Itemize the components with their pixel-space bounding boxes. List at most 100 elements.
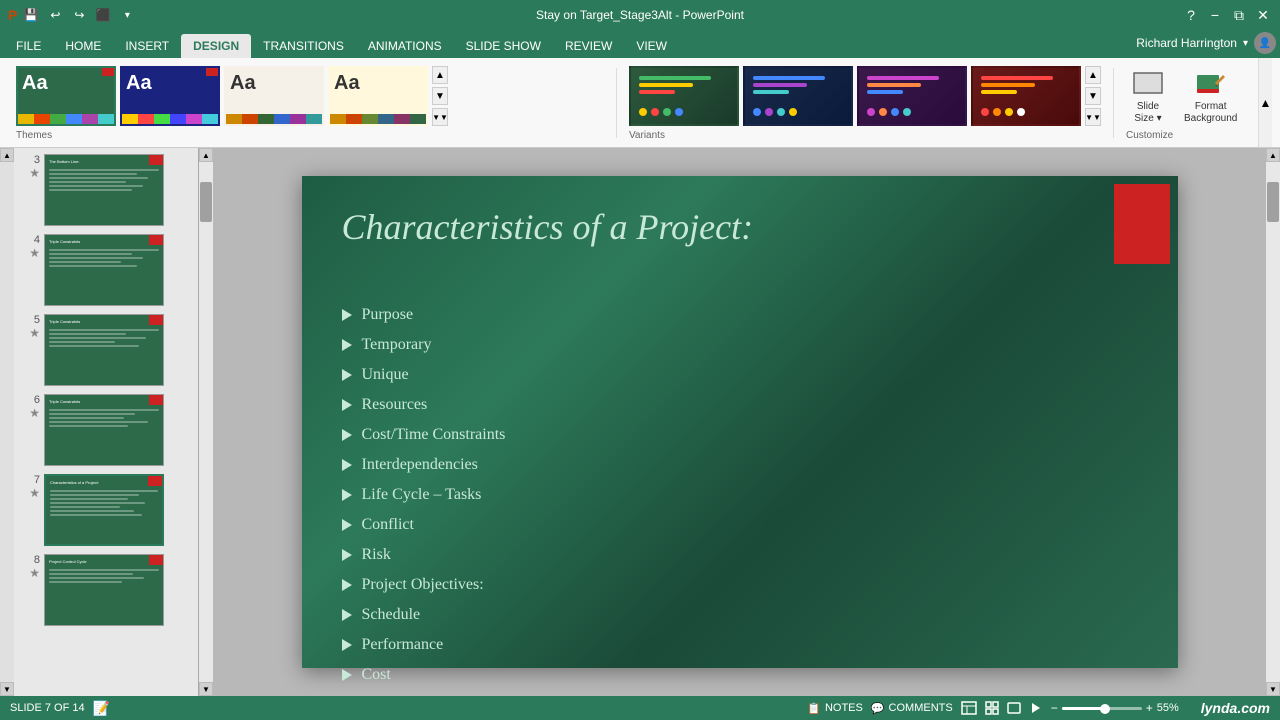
theme-item-4[interactable]: Aa (328, 66, 428, 126)
close-button[interactable]: ✕ (1254, 6, 1272, 24)
bullet-arrow-5 (342, 429, 352, 441)
tab-review[interactable]: REVIEW (553, 34, 624, 58)
comments-icon: 💬 (871, 702, 885, 715)
thumb-img-7: Characteristics of a Project: (44, 474, 164, 546)
collapse-ribbon-button[interactable]: ▲ (1258, 58, 1272, 147)
more-button[interactable]: ▾ (117, 5, 137, 25)
slide-thumb-7[interactable]: 7 ★ Characteristics of a Project: (18, 472, 194, 548)
right-scroll-down[interactable]: ▼ (1266, 682, 1280, 696)
user-chevron[interactable]: ▾ (1243, 38, 1248, 49)
user-avatar: 👤 (1254, 32, 1276, 54)
bullet-item-interdependencies: Interdependencies (342, 456, 506, 474)
variants-grid: ▲ ▼ ▼▼ (629, 62, 1101, 130)
zoom-control[interactable]: − + 55% (1051, 701, 1185, 715)
normal-view-button[interactable] (961, 701, 977, 715)
bullet-arrow-1 (342, 309, 352, 321)
help-button[interactable]: ? (1182, 6, 1200, 24)
bullet-text-temporary: Temporary (362, 336, 432, 354)
content-scroll-down[interactable]: ▼ (199, 682, 213, 696)
zoom-slider-track[interactable] (1062, 707, 1142, 710)
normal-view-icon (961, 701, 977, 715)
bullet-arrow-12 (342, 639, 352, 651)
variants-scroll-more[interactable]: ▼▼ (1085, 108, 1101, 126)
variant-item-2[interactable] (743, 66, 853, 126)
bullet-item-lifecycle: Life Cycle – Tasks (342, 486, 506, 504)
format-background-button[interactable]: FormatBackground (1178, 63, 1243, 129)
bullet-arrow-13 (342, 669, 352, 681)
zoom-level[interactable]: 55% (1157, 702, 1185, 714)
tab-home[interactable]: HOME (53, 34, 113, 58)
variant-item-4[interactable] (971, 66, 1081, 126)
zoom-in-button[interactable]: + (1146, 701, 1153, 715)
right-scroll-thumb[interactable] (1267, 182, 1279, 222)
grid-view-button[interactable] (985, 701, 999, 715)
present-button[interactable]: ⬛ (93, 5, 113, 25)
tab-insert[interactable]: INSERT (113, 34, 181, 58)
theme-item-3[interactable]: Aa (224, 66, 324, 126)
maximize-button[interactable]: ⧉ (1230, 6, 1248, 24)
window-controls: ? − ⧉ ✕ (1182, 6, 1272, 24)
zoom-out-button[interactable]: − (1051, 701, 1058, 715)
panel-scroll-down[interactable]: ▼ (0, 682, 14, 696)
notes-icon: 📋 (807, 702, 821, 715)
right-scroll-up[interactable]: ▲ (1266, 148, 1280, 162)
bullet-item-unique: Unique (342, 366, 506, 384)
content-scroll-thumb[interactable] (200, 182, 212, 222)
slide-title[interactable]: Characteristics of a Project: (342, 206, 754, 248)
slide-size-button[interactable]: SlideSize ▾ (1126, 63, 1170, 129)
content-scrollbar-left: ▲ ▼ (199, 148, 213, 696)
minimize-button[interactable]: − (1206, 6, 1224, 24)
slideshow-button[interactable] (1029, 701, 1043, 715)
tab-transitions[interactable]: TRANSITIONS (251, 34, 356, 58)
slide-num-5: 5 (26, 314, 40, 326)
content-scroll-up[interactable]: ▲ (199, 148, 213, 162)
bullet-item-purpose: Purpose (342, 306, 506, 324)
slide-num-4: 4 (26, 234, 40, 246)
bullet-arrow-8 (342, 519, 352, 531)
tab-design[interactable]: DESIGN (181, 34, 251, 58)
tab-view[interactable]: VIEW (624, 34, 679, 58)
variants-label: Variants (629, 130, 1101, 143)
bullet-item-risk: Risk (342, 546, 506, 564)
bullet-item-performance: Performance (342, 636, 506, 654)
slide-size-label: SlideSize ▾ (1134, 101, 1161, 125)
variant-item-1[interactable] (629, 66, 739, 126)
bullet-item-resources: Resources (342, 396, 506, 414)
undo-button[interactable]: ↩ (45, 5, 65, 25)
tab-slideshow[interactable]: SLIDE SHOW (454, 34, 553, 58)
comments-button[interactable]: 💬 COMMENTS (871, 702, 953, 715)
themes-scroll-up[interactable]: ▲ (432, 66, 448, 84)
panel-scroll-up[interactable]: ▲ (0, 148, 14, 162)
slide-thumb-6[interactable]: 6 ★ Triple Constraints (18, 392, 194, 468)
bullet-text-conflict: Conflict (362, 516, 414, 534)
user-name: Richard Harrington (1136, 36, 1237, 50)
notes-button[interactable]: 📋 NOTES (807, 702, 863, 715)
variant-item-3[interactable] (857, 66, 967, 126)
slide-thumb-4[interactable]: 4 ★ Triple Constraints (18, 232, 194, 308)
theme-item-1[interactable]: Aa (16, 66, 116, 126)
reading-view-button[interactable] (1007, 701, 1021, 715)
slide-thumb-8[interactable]: 8 ★ Project Control Cycle (18, 552, 194, 628)
slide-thumb-5[interactable]: 5 ★ Triple Constraints (18, 312, 194, 388)
themes-scroll-more[interactable]: ▼▼ (432, 108, 448, 126)
tab-animations[interactable]: ANIMATIONS (356, 34, 454, 58)
slide-size-icon (1132, 67, 1164, 99)
themes-scroll[interactable]: ▲ ▼ ▼▼ (432, 66, 448, 126)
redo-button[interactable]: ↪ (69, 5, 89, 25)
customize-label: Customize (1126, 130, 1250, 143)
zoom-slider-thumb[interactable] (1100, 704, 1110, 714)
slide-canvas[interactable]: Characteristics of a Project: Purpose Te… (302, 176, 1178, 668)
notes-label: NOTES (825, 702, 863, 714)
title-bar-left: P 💾 ↩ ↪ ⬛ ▾ (8, 5, 137, 25)
theme-item-2[interactable]: Aa (120, 66, 220, 126)
save-button[interactable]: 💾 (21, 5, 41, 25)
slide-thumb-3[interactable]: 3 ★ The Bottom Line: (18, 152, 194, 228)
reading-view-icon (1007, 701, 1021, 715)
tab-file[interactable]: FILE (4, 34, 53, 58)
variants-scroll-up[interactable]: ▲ (1085, 66, 1101, 84)
quick-access-toolbar: 💾 ↩ ↪ ⬛ ▾ (21, 5, 137, 25)
variants-scroll[interactable]: ▲ ▼ ▼▼ (1085, 66, 1101, 126)
themes-scroll-down[interactable]: ▼ (432, 87, 448, 105)
user-area: Richard Harrington ▾ 👤 (1136, 32, 1276, 58)
variants-scroll-down[interactable]: ▼ (1085, 87, 1101, 105)
